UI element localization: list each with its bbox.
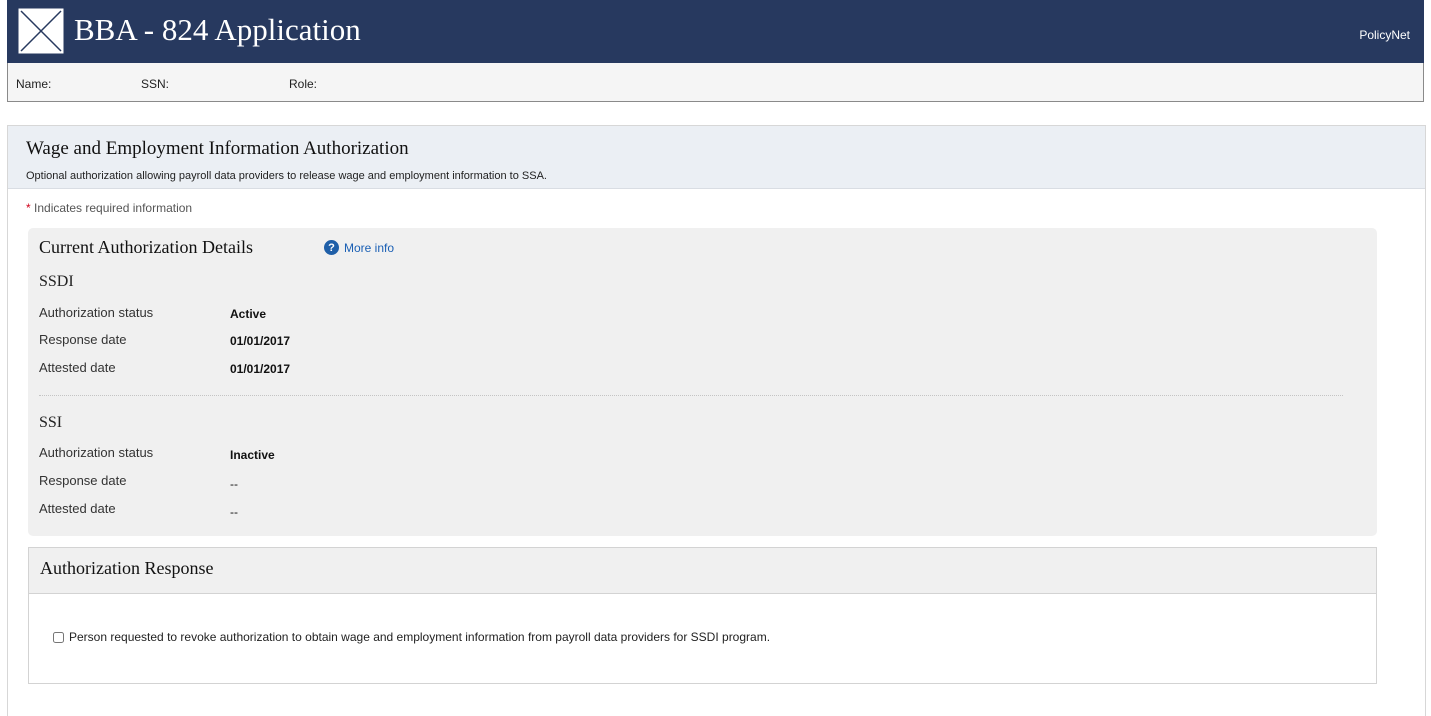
authorization-response: Authorization Response Person requested …: [28, 547, 1377, 684]
ssdi-program-label: SSDI: [39, 273, 74, 290]
ssdi-status-value: Active: [230, 307, 267, 321]
ssdi-attested-date-label: Attested date: [39, 360, 116, 375]
more-info-label: More info: [344, 240, 395, 255]
page-title: Wage and Employment Information Authoriz…: [26, 138, 409, 159]
program-divider: [39, 395, 1343, 396]
response-header: Authorization Response: [29, 548, 1376, 594]
ssi-attested-date-value: --: [230, 505, 238, 519]
authorization-panel: Wage and Employment Information Authoriz…: [7, 125, 1426, 716]
revoke-authorization-checkbox[interactable]: [53, 631, 64, 643]
app-header: BBA - 824 Application PolicyNet: [7, 0, 1424, 63]
x-box-logo-icon: [18, 8, 64, 54]
app-title: BBA - 824 Application: [74, 12, 361, 47]
page-subtitle: Optional authorization allowing payroll …: [26, 170, 547, 182]
ssi-response-date-label: Response date: [39, 473, 127, 488]
revoke-authorization-option[interactable]: Person requested to revoke authorization…: [53, 630, 770, 644]
ssdi-status-label: Authorization status: [39, 305, 154, 320]
panel-header: Wage and Employment Information Authoriz…: [8, 126, 1425, 189]
ssdi-attested-date-value: 01/01/2017: [230, 362, 291, 376]
required-note: * Indicates required information: [26, 201, 192, 215]
name-label: Name:: [16, 77, 52, 91]
ssi-status-label: Authorization status: [39, 445, 154, 460]
ssn-label: SSN:: [141, 77, 170, 91]
ssi-attested-date-label: Attested date: [39, 501, 116, 516]
current-authorization-details: Current Authorization Details ? More inf…: [28, 228, 1377, 536]
question-circle-icon: ?: [324, 240, 339, 255]
user-info-bar: Name: SSN: Role:: [7, 63, 1424, 102]
response-title: Authorization Response: [40, 558, 214, 578]
ssdi-response-date-label: Response date: [39, 332, 127, 347]
more-info-link[interactable]: ? More info: [324, 240, 394, 255]
revoke-authorization-label: Person requested to revoke authorization…: [69, 630, 771, 644]
role-label: Role:: [289, 77, 318, 91]
ssi-response-date-value: --: [230, 477, 238, 491]
ssdi-response-date-value: 01/01/2017: [230, 334, 291, 348]
required-note-text: Indicates required information: [30, 201, 193, 215]
ssi-status-value: Inactive: [230, 448, 275, 462]
ssi-program-label: SSI: [39, 414, 63, 431]
policynet-link[interactable]: PolicyNet: [1359, 28, 1410, 42]
details-title: Current Authorization Details: [39, 237, 253, 257]
